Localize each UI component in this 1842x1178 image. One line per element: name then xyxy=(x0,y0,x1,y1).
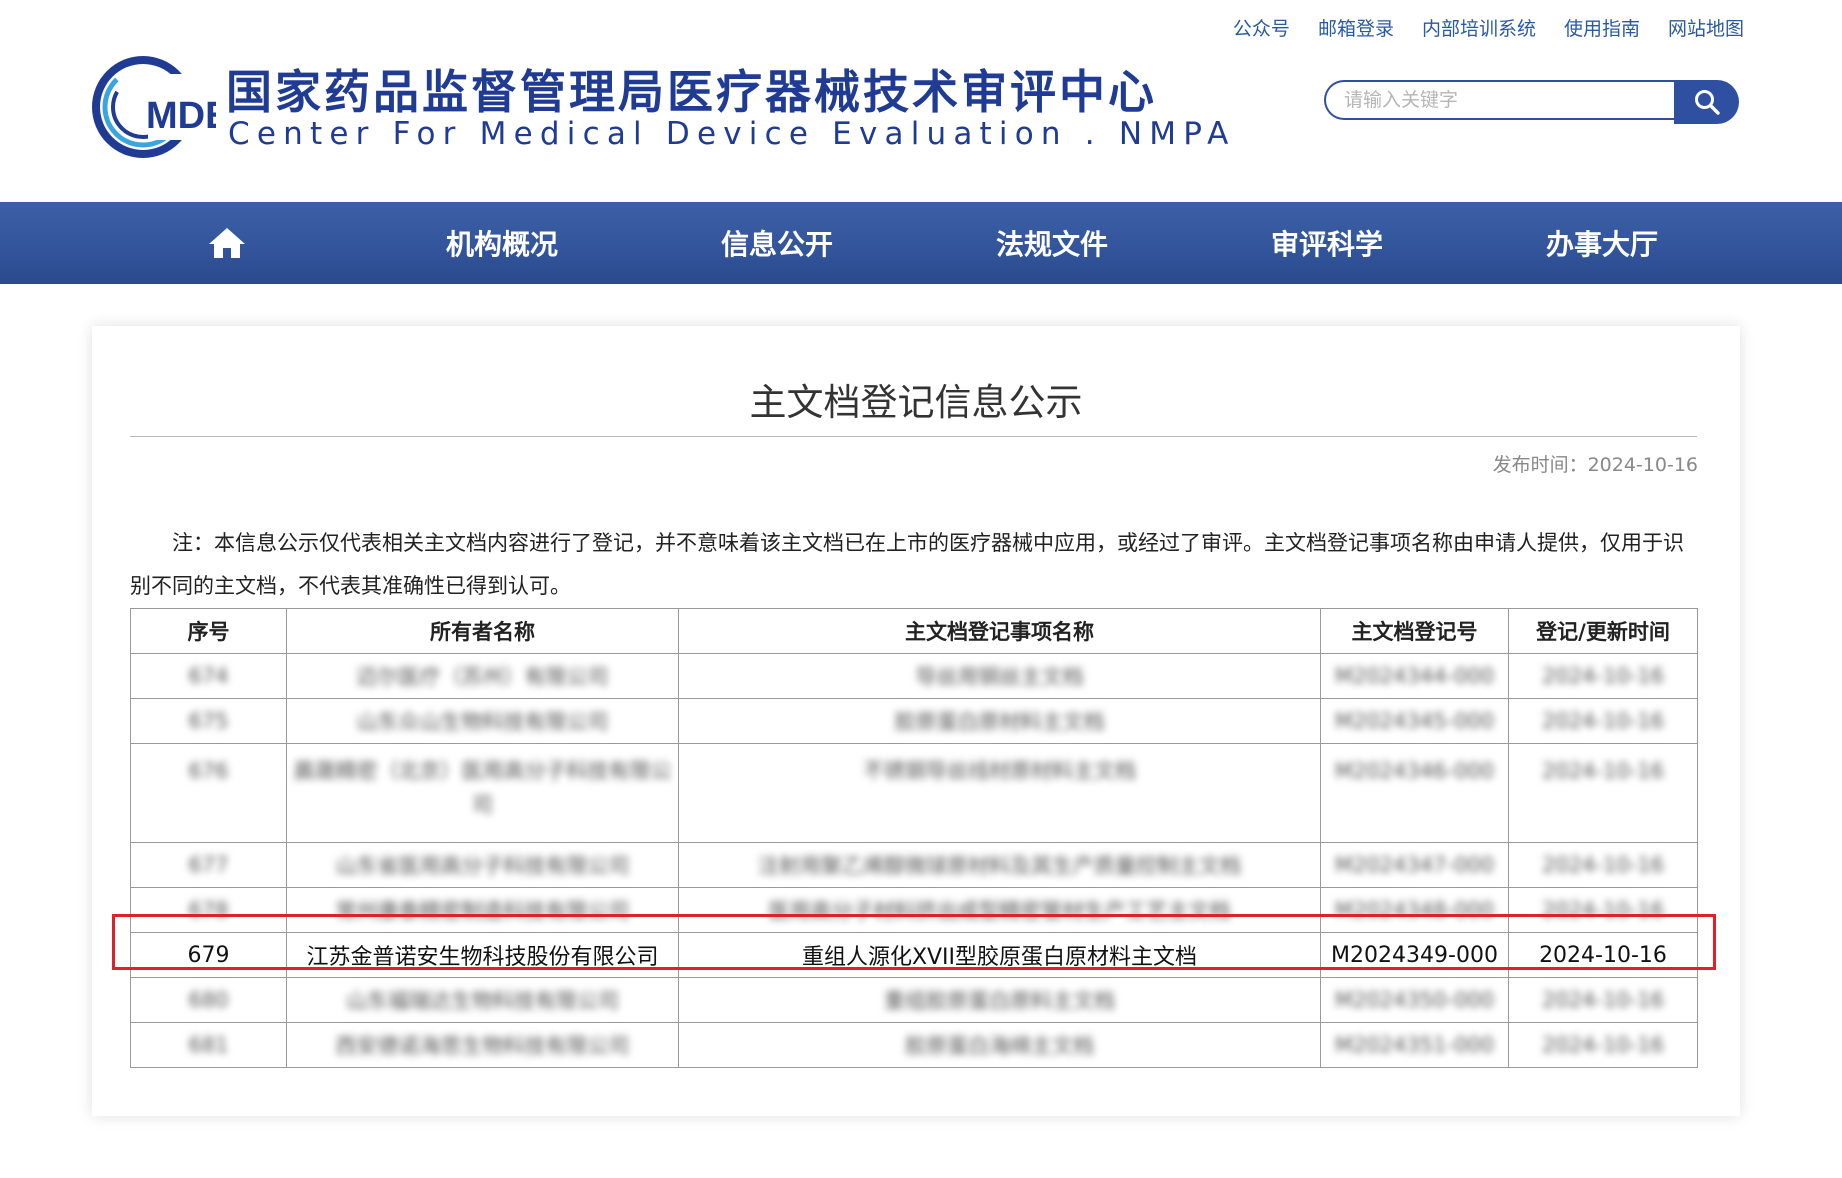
table-row: 681 西安德诺海思生物科技有限公司 胶原蛋白海绵主文档 M2024351-00… xyxy=(130,1022,1698,1068)
col-header-item: 主文档登记事项名称 xyxy=(678,608,1321,654)
cell-date: 2024-10-16 xyxy=(1508,887,1698,933)
table-row: 675 山东众山生物科技有限公司 胶原蛋白原材料主文档 M2024345-000… xyxy=(130,698,1698,744)
master-file-table: 序号 所有者名称 主文档登记事项名称 主文档登记号 登记/更新时间 674 迈尔… xyxy=(130,608,1698,1068)
top-link-wechat[interactable]: 公众号 xyxy=(1233,14,1290,41)
nav-home[interactable] xyxy=(127,202,327,284)
search-button[interactable] xyxy=(1674,80,1739,124)
cell-no: 677 xyxy=(130,842,287,888)
cell-no: 675 xyxy=(130,698,287,744)
col-header-owner: 所有者名称 xyxy=(286,608,679,654)
title-divider xyxy=(130,436,1697,437)
search-bar xyxy=(1324,80,1739,124)
col-header-no: 序号 xyxy=(130,608,287,654)
cell-no: 676 xyxy=(130,743,287,843)
mde-logo-icon: MDE xyxy=(92,56,216,158)
table-row: 680 山东福瑞达生物科技有限公司 重组胶原蛋白原料主文档 M2024350-0… xyxy=(130,977,1698,1023)
page-title: 主文档登记信息公示 xyxy=(749,381,1083,424)
home-icon xyxy=(209,228,245,258)
cell-item: 注射用聚乙烯醇微球原材料及其生产质量控制主文档 xyxy=(678,842,1321,888)
cell-reg-no: M2024348-000 xyxy=(1320,887,1509,933)
col-header-date: 登记/更新时间 xyxy=(1508,608,1698,654)
cell-reg-no: M2024344-000 xyxy=(1320,653,1509,699)
cell-date: 2024-10-16 xyxy=(1508,743,1698,843)
cell-owner: 山东众山生物科技有限公司 xyxy=(286,698,679,744)
cell-no: 674 xyxy=(130,653,287,699)
cell-date: 2024-10-16 xyxy=(1508,842,1698,888)
cell-item: 医用高分子材料挤出成型精密管材生产工艺主文档 xyxy=(678,887,1321,933)
cell-reg-no: M2024350-000 xyxy=(1320,977,1509,1023)
cell-item: 胶原蛋白原材料主文档 xyxy=(678,698,1321,744)
cell-item: 重组人源化XVII型胶原蛋白原材料主文档 xyxy=(678,932,1321,978)
cell-owner: 江苏金普诺安生物科技股份有限公司 xyxy=(286,932,679,978)
search-icon xyxy=(1694,90,1720,115)
nav-item-service-hall[interactable]: 办事大厅 xyxy=(1502,202,1702,284)
cell-item: 导丝用钢丝主文档 xyxy=(678,653,1321,699)
top-link-guide[interactable]: 使用指南 xyxy=(1564,14,1640,41)
nav-item-regulations[interactable]: 法规文件 xyxy=(952,202,1152,284)
nav-item-science[interactable]: 审评科学 xyxy=(1227,202,1427,284)
cell-reg-no: M2024349-000 xyxy=(1320,932,1509,978)
logo-title-cn: 国家药品监督管理局医疗器械技术审评中心 xyxy=(226,65,1157,119)
cell-date: 2024-10-16 xyxy=(1508,1022,1698,1068)
table-header-row: 序号 所有者名称 主文档登记事项名称 主文档登记号 登记/更新时间 xyxy=(130,608,1698,654)
top-link-training[interactable]: 内部培训系统 xyxy=(1422,14,1536,41)
cell-date: 2024-10-16 xyxy=(1508,653,1698,699)
table-row-highlighted: 679 江苏金普诺安生物科技股份有限公司 重组人源化XVII型胶原蛋白原材料主文… xyxy=(130,932,1698,978)
table-row: 676 晨晟精密（北京）医用高分子科技有限公司 不锈钢导丝线材原材料主文档 M2… xyxy=(130,743,1698,843)
cell-reg-no: M2024351-000 xyxy=(1320,1022,1509,1068)
cell-reg-no: M2024346-000 xyxy=(1320,743,1509,843)
cell-date: 2024-10-16 xyxy=(1508,977,1698,1023)
cell-owner: 山东福瑞达生物科技有限公司 xyxy=(286,977,679,1023)
cell-item: 胶原蛋白海绵主文档 xyxy=(678,1022,1321,1068)
cell-date: 2024-10-16 xyxy=(1508,698,1698,744)
top-link-mail-login[interactable]: 邮箱登录 xyxy=(1318,14,1394,41)
cell-owner: 常州康泰精密制造科技有限公司 xyxy=(286,887,679,933)
top-links: 公众号 邮箱登录 内部培训系统 使用指南 网站地图 xyxy=(1233,14,1744,41)
site-logo[interactable]: MDE 国家药品监督管理局医疗器械技术审评中心 Center For Medic… xyxy=(90,54,1228,162)
cell-item: 不锈钢导丝线材原材料主文档 xyxy=(678,743,1321,843)
cell-owner: 西安德诺海思生物科技有限公司 xyxy=(286,1022,679,1068)
cell-reg-no: M2024345-000 xyxy=(1320,698,1509,744)
cell-no: 680 xyxy=(130,977,287,1023)
cell-item: 重组胶原蛋白原料主文档 xyxy=(678,977,1321,1023)
cell-no: 679 xyxy=(130,932,287,978)
article-card: 主文档登记信息公示 发布时间：2024-10-16 注：本信息公示仅代表相关主文… xyxy=(92,326,1740,1116)
cell-reg-no: M2024347-000 xyxy=(1320,842,1509,888)
top-link-sitemap[interactable]: 网站地图 xyxy=(1668,14,1744,41)
svg-text:MDE: MDE xyxy=(146,95,216,137)
publish-date: 发布时间：2024-10-16 xyxy=(1492,454,1698,476)
table-row: 677 山东省医用高分子科技有限公司 注射用聚乙烯醇微球原材料及其生产质量控制主… xyxy=(130,842,1698,888)
cell-owner: 山东省医用高分子科技有限公司 xyxy=(286,842,679,888)
col-header-reg-no: 主文档登记号 xyxy=(1320,608,1509,654)
cell-no: 681 xyxy=(130,1022,287,1068)
cell-owner: 晨晟精密（北京）医用高分子科技有限公司 xyxy=(286,743,679,843)
table-row: 678 常州康泰精密制造科技有限公司 医用高分子材料挤出成型精密管材生产工艺主文… xyxy=(130,887,1698,933)
cell-owner: 迈尔医疗（苏州）有限公司 xyxy=(286,653,679,699)
cell-no: 678 xyxy=(130,887,287,933)
logo-title-en: Center For Medical Device Evaluation . N… xyxy=(228,116,1236,152)
search-input[interactable] xyxy=(1324,80,1676,120)
table-row: 674 迈尔医疗（苏州）有限公司 导丝用钢丝主文档 M2024344-000 2… xyxy=(130,653,1698,699)
cell-date: 2024-10-16 xyxy=(1508,932,1698,978)
main-nav: 机构概况 信息公开 法规文件 审评科学 办事大厅 xyxy=(0,202,1842,284)
nav-item-disclosure[interactable]: 信息公开 xyxy=(677,202,877,284)
disclaimer-note: 注：本信息公示仅代表相关主文档内容进行了登记，并不意味着该主文档已在上市的医疗器… xyxy=(130,531,1684,598)
nav-item-about[interactable]: 机构概况 xyxy=(402,202,602,284)
